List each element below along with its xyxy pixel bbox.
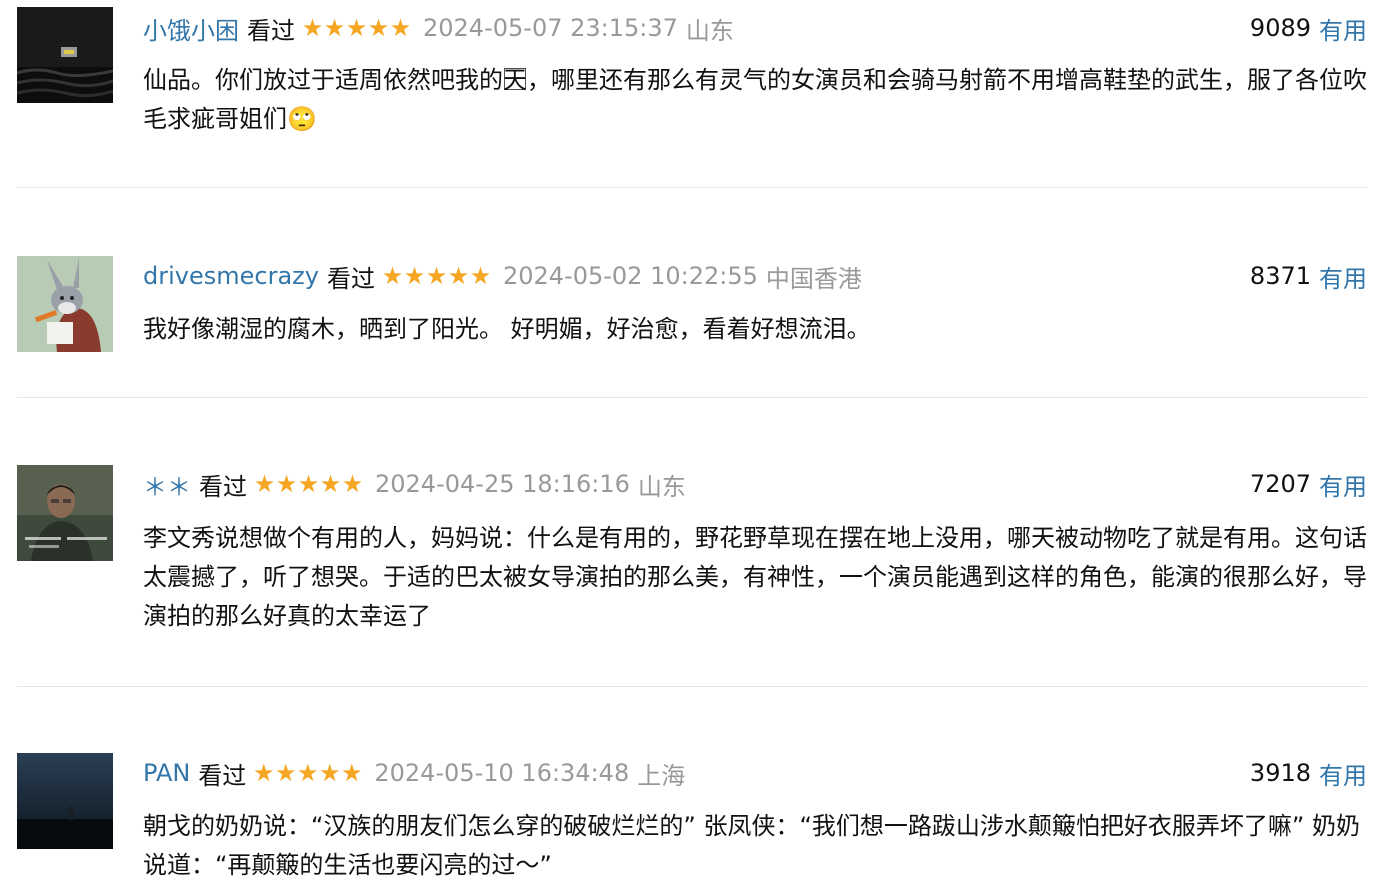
useful-button[interactable]: 有用 [1319,756,1367,791]
avatar-image [17,256,113,352]
vote-count: 9089 [1249,14,1311,42]
vote-count: 3918 [1249,759,1311,787]
comment-time: 2024-05-10 16:34:48 [374,759,630,787]
star-icon: ★ [253,470,276,498]
useful-button[interactable]: 有用 [1319,11,1367,46]
star-icon: ★ [297,470,320,498]
star-icon: ★ [297,759,319,787]
comment-text: 朝戈的奶奶说：“汉族的朋友们怎么穿的破破烂烂的” 张凤侠：“我们想一路跋山涉水颠… [143,812,1360,879]
comment-text: 李文秀说想做个有用的人，妈妈说：什么是有用的，野花野草现在摆在地上没用，哪天被动… [143,524,1367,630]
watch-status: 看过 [198,761,247,790]
star-icon: ★ [253,759,275,787]
comment-item: PAN 看过 ★ ★ ★ ★ ★ 2024-05-10 16:34:48 上海 … [17,687,1367,891]
comment-item: 小饿小困 看过 ★ ★ ★ ★ ★ 2024-05-07 23:15:37 山东… [17,0,1367,188]
comment-header: 小饿小困 看过 ★ ★ ★ ★ ★ 2024-05-07 23:15:37 山东… [143,8,1367,48]
star-icon: ★ [275,759,297,787]
avatar[interactable] [17,753,113,849]
vote-count: 7207 [1249,470,1311,498]
watch-status: 看过 [326,264,375,293]
avatar[interactable] [17,256,113,352]
rating-stars: ★ ★ ★ ★ ★ [301,14,412,42]
avatar[interactable] [17,465,113,561]
comment-location: 山东 [637,472,686,501]
comment-list: 小饿小困 看过 ★ ★ ★ ★ ★ 2024-05-07 23:15:37 山东… [17,0,1367,891]
avatar[interactable] [17,7,113,103]
star-icon: ★ [389,14,412,42]
username-link[interactable]: ＊＊ [143,467,191,502]
comment-text: 我好像潮湿的腐木，晒到了阳光。 好明媚，好治愈，看着好想流泪。 [143,315,871,343]
star-icon: ★ [275,470,298,498]
star-icon: ★ [301,14,324,42]
username-link[interactable]: PAN [143,759,190,787]
rating-stars: ★ ★ ★ ★ ★ [253,470,364,498]
username-link[interactable]: 小饿小困 [143,11,239,46]
avatar-image [17,7,113,103]
star-icon: ★ [319,470,342,498]
useful-button[interactable]: 有用 [1319,467,1367,502]
star-icon: ★ [323,14,346,42]
star-icon: ★ [345,14,368,42]
star-icon: ★ [319,759,341,787]
comment-item: drivesmecrazy 看过 ★ ★ ★ ★ ★ 2024-05-02 10… [17,188,1367,398]
comment-time: 2024-05-02 10:22:55 [502,262,758,290]
vote-count: 8371 [1249,262,1311,290]
useful-button[interactable]: 有用 [1319,259,1367,294]
comment-location: 中国香港 [765,264,862,293]
star-icon: ★ [341,470,364,498]
watch-status: 看过 [199,472,247,501]
comment-header: ＊＊ 看过 ★ ★ ★ ★ ★ 2024-04-25 18:16:16 山东 7… [143,464,1367,504]
comment-header: drivesmecrazy 看过 ★ ★ ★ ★ ★ 2024-05-02 10… [143,256,1367,296]
comment-location: 山东 [685,16,734,45]
avatar-image [17,465,113,561]
comment-item: ＊＊ 看过 ★ ★ ★ ★ ★ 2024-04-25 18:16:16 山东 7… [17,398,1367,687]
comment-time: 2024-04-25 18:16:16 [375,470,630,498]
comment-header: PAN 看过 ★ ★ ★ ★ ★ 2024-05-10 16:34:48 上海 … [143,753,1367,793]
rating-stars: ★ ★ ★ ★ ★ [252,759,363,787]
star-icon: ★ [469,262,492,290]
rating-stars: ★ ★ ★ ★ ★ [381,262,492,290]
comment-text: 仙品。你们放过于适周依然吧我的天⃞，哪里还有那么有灵气的女演员和会骑马射箭不用增… [143,66,1367,133]
star-icon: ★ [425,262,448,290]
watch-status: 看过 [247,16,295,45]
comment-location: 上海 [637,761,686,790]
star-icon: ★ [403,262,426,290]
star-icon: ★ [367,14,390,42]
username-link[interactable]: drivesmecrazy [143,262,319,290]
avatar-image [17,753,113,849]
comment-time: 2024-05-07 23:15:37 [423,14,678,42]
star-icon: ★ [447,262,470,290]
star-icon: ★ [341,759,363,787]
star-icon: ★ [381,262,404,290]
